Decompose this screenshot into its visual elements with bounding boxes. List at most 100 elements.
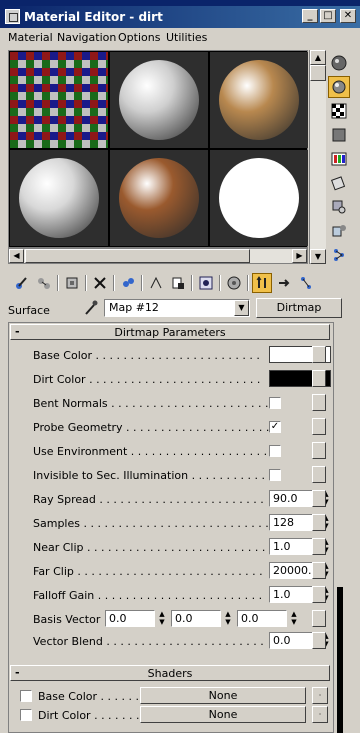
invisible-sec-illumination-checkbox[interactable] xyxy=(269,469,281,481)
scroll-up-icon[interactable]: ▲ xyxy=(310,50,326,65)
sample-slot-3[interactable] xyxy=(210,52,308,148)
shaders-header[interactable]: - Shaders xyxy=(10,665,330,681)
chevron-down-icon[interactable]: ▼ xyxy=(234,300,249,316)
scroll-left-icon[interactable]: ◀ xyxy=(9,249,24,263)
shader-dirt-color-options[interactable]: · xyxy=(312,706,328,723)
samples-map-button[interactable] xyxy=(312,514,326,531)
use-environment-map-button[interactable] xyxy=(312,442,326,459)
delete-icon[interactable] xyxy=(90,273,110,293)
use-environment-checkbox[interactable] xyxy=(269,445,281,457)
shader-dirt-color-checkbox[interactable] xyxy=(20,709,32,721)
sphere-preview xyxy=(219,60,299,140)
material-map-navigator-icon[interactable] xyxy=(296,273,316,293)
falloff-gain-map-button[interactable] xyxy=(312,586,326,603)
basis-vector-map-button[interactable] xyxy=(312,610,326,627)
background-checker-icon[interactable] xyxy=(328,100,350,122)
dirtmap-parameters-header[interactable]: - Dirtmap Parameters xyxy=(10,324,330,340)
menu-navigation[interactable]: Navigation xyxy=(57,31,116,44)
param-label: Samples . . . . . . . . . . . . . . . . … xyxy=(33,517,269,530)
map-type-button[interactable]: Dirtmap xyxy=(256,298,342,318)
maximize-button[interactable]: □ xyxy=(320,9,336,23)
get-material-icon[interactable] xyxy=(12,273,32,293)
menu-options[interactable]: Options xyxy=(118,31,160,44)
slots-horizontal-scrollbar[interactable]: ◀ ▶ xyxy=(8,248,308,264)
map-name-value: Map #12 xyxy=(109,301,159,314)
scroll-right-icon[interactable]: ▶ xyxy=(292,249,307,263)
basis-vector-x-input[interactable]: 0.0 xyxy=(105,610,155,627)
window-title: Material Editor - dirt xyxy=(24,10,163,24)
scroll-thumb[interactable] xyxy=(337,587,343,733)
scroll-thumb[interactable] xyxy=(310,65,326,81)
sample-slot-2[interactable] xyxy=(110,52,208,148)
options-icon[interactable] xyxy=(328,196,350,218)
probe-geometry-checkbox[interactable]: ✓ xyxy=(269,421,281,433)
backlight-icon[interactable] xyxy=(328,76,350,98)
make-preview-icon[interactable] xyxy=(328,172,350,194)
spinner-arrows-icon[interactable]: ▲▼ xyxy=(223,610,233,627)
app-icon xyxy=(5,9,20,24)
close-button[interactable]: ✕ xyxy=(340,9,356,23)
param-label: Vector Blend . . . . . . . . . . . . . .… xyxy=(33,635,264,648)
menu-material[interactable]: Material xyxy=(8,31,53,44)
scroll-down-icon[interactable]: ▼ xyxy=(310,249,326,264)
assign-to-selection-icon[interactable] xyxy=(62,273,82,293)
sphere-preview xyxy=(219,158,299,238)
ray-spread-map-button[interactable] xyxy=(312,490,326,507)
slots-vertical-scrollbar[interactable]: ▲ ▼ xyxy=(309,50,326,264)
probe-geometry-map-button[interactable] xyxy=(312,418,326,435)
param-dirt-color: Dirt Color . . . . . . . . . . . . . . .… xyxy=(33,370,333,390)
param-label: Invisible to Sec. Illumination . . . . .… xyxy=(33,469,266,482)
param-samples: Samples . . . . . . . . . . . . . . . . … xyxy=(33,514,333,534)
sample-slot-1[interactable] xyxy=(10,52,108,148)
material-navigator-icon[interactable] xyxy=(328,244,350,266)
far-clip-map-button[interactable] xyxy=(312,562,326,579)
material-effects-channel-icon[interactable] xyxy=(168,273,188,293)
minimize-button[interactable]: _ xyxy=(302,9,318,23)
param-label: Ray Spread . . . . . . . . . . . . . . .… xyxy=(33,493,264,506)
param-label: Far Clip . . . . . . . . . . . . . . . .… xyxy=(33,565,263,578)
dirt-color-map-button[interactable] xyxy=(312,370,326,387)
make-unique-icon[interactable] xyxy=(118,273,138,293)
basis-vector-y-input[interactable]: 0.0 xyxy=(171,610,221,627)
shader-base-color-options[interactable]: · xyxy=(312,687,328,704)
select-by-material-icon[interactable] xyxy=(328,220,350,242)
checker-preview xyxy=(10,52,108,148)
sphere-preview xyxy=(119,60,199,140)
bent-normals-checkbox[interactable] xyxy=(269,397,281,409)
shader-dirt-color-button[interactable]: None xyxy=(140,706,306,723)
param-label: Use Environment . . . . . . . . . . . . … xyxy=(33,445,268,458)
show-end-result-icon[interactable] xyxy=(224,273,244,293)
param-probe-geometry: Probe Geometry . . . . . . . . . . . . .… xyxy=(33,418,333,438)
spinner-arrows-icon[interactable]: ▲▼ xyxy=(289,610,299,627)
sample-type-icon[interactable] xyxy=(328,52,350,74)
shader-base-color-button[interactable]: None xyxy=(140,687,306,704)
param-near-clip: Near Clip . . . . . . . . . . . . . . . … xyxy=(33,538,333,558)
show-map-in-viewport-icon[interactable] xyxy=(196,273,216,293)
sample-slot-6[interactable] xyxy=(210,150,308,246)
vector-blend-map-button[interactable] xyxy=(312,632,326,649)
invisible-map-button[interactable] xyxy=(312,466,326,483)
eyedropper-icon[interactable] xyxy=(82,299,100,317)
spinner-arrows-icon[interactable]: ▲▼ xyxy=(157,610,167,627)
scroll-thumb[interactable] xyxy=(25,249,250,263)
surface-row: Surface Map #12 ▼ Dirtmap xyxy=(0,298,360,320)
go-to-parent-icon[interactable] xyxy=(252,273,272,293)
rollout-scrollbar[interactable] xyxy=(336,322,346,733)
sample-slots xyxy=(8,50,308,248)
sample-slot-5[interactable] xyxy=(110,150,208,246)
sample-slot-4[interactable] xyxy=(10,150,108,246)
title-bar[interactable]: Material Editor - dirt _ □ ✕ xyxy=(0,6,360,28)
put-to-library-icon[interactable] xyxy=(146,273,166,293)
basis-vector-z-input[interactable]: 0.0 xyxy=(237,610,287,627)
near-clip-map-button[interactable] xyxy=(312,538,326,555)
map-name-field[interactable]: Map #12 ▼ xyxy=(104,299,250,317)
video-color-check-icon[interactable] xyxy=(328,148,350,170)
sample-uv-tiling-icon[interactable] xyxy=(328,124,350,146)
base-color-map-button[interactable] xyxy=(312,346,326,363)
put-to-scene-icon[interactable] xyxy=(34,273,54,293)
param-vector-blend: Vector Blend . . . . . . . . . . . . . .… xyxy=(33,632,333,652)
shader-base-color-checkbox[interactable] xyxy=(20,690,32,702)
menu-utilities[interactable]: Utilities xyxy=(166,31,207,44)
go-forward-to-sibling-icon[interactable] xyxy=(274,273,294,293)
bent-normals-map-button[interactable] xyxy=(312,394,326,411)
